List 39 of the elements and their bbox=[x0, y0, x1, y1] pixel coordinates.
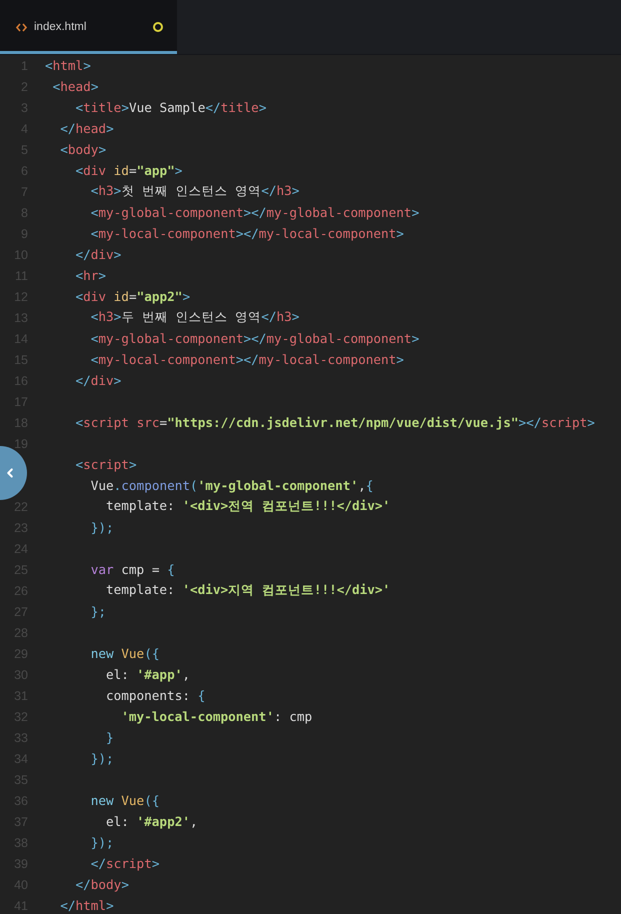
code-line: </html> bbox=[60, 898, 114, 913]
code-line: <my-local-component></my-local-component> bbox=[90, 352, 404, 367]
code-line: <script src="https://cdn.jsdelivr.net/npm/vue/dist/vue.js"></script> bbox=[75, 415, 595, 430]
code-line: new Vue({ bbox=[90, 646, 160, 661]
code-line: <my-local-component></my-local-component> bbox=[90, 226, 404, 241]
code-line: }); bbox=[90, 520, 114, 535]
tab-label: index.html bbox=[34, 21, 88, 33]
code-line: el: '#app', bbox=[106, 667, 190, 682]
code-line: <hr> bbox=[75, 268, 106, 283]
code-line: </script> bbox=[90, 856, 160, 871]
code-line: 'my-local-component': cmp bbox=[121, 709, 312, 724]
editor-tab[interactable]: index.html bbox=[0, 0, 177, 54]
code-line: var cmp = { bbox=[90, 562, 175, 577]
code-line: }; bbox=[90, 604, 106, 619]
code-line: <h3>첫 번째 인스턴스 영역</h3> bbox=[90, 183, 300, 200]
code-line: el: '#app2', bbox=[106, 814, 198, 829]
code-line: <my-global-component></my-global-component> bbox=[90, 331, 420, 346]
code-line: Vue.component('my-global-component',{ bbox=[90, 478, 374, 493]
code-line: new Vue({ bbox=[90, 793, 160, 808]
code-line: <h3>두 번째 인스턴스 영역</h3> bbox=[90, 309, 300, 326]
code-line: <div id="app"> bbox=[75, 163, 182, 178]
code-line: </body> bbox=[75, 877, 129, 892]
code-line: components: { bbox=[106, 688, 206, 703]
code-line: <script> bbox=[75, 457, 137, 472]
code-line: }); bbox=[90, 835, 114, 850]
code-line: <body> bbox=[60, 142, 106, 157]
code-line: <my-global-component></my-global-component> bbox=[90, 205, 420, 220]
code-icon bbox=[16, 22, 27, 32]
code-line: </div> bbox=[75, 373, 122, 388]
code-line: template: '<div>전역 컴포넌트!!!</div>' bbox=[106, 498, 390, 515]
code-line: <title>Vue Sample</title> bbox=[75, 100, 266, 115]
code-line: }); bbox=[90, 751, 114, 766]
code-line: <html> bbox=[45, 58, 91, 73]
code-line: <div id="app2"> bbox=[75, 289, 190, 304]
code-line: } bbox=[106, 730, 114, 745]
code-line: </head> bbox=[60, 121, 114, 136]
code-line: <head> bbox=[52, 79, 98, 94]
code-line: </div> bbox=[75, 247, 122, 262]
code-line: template: '<div>지역 컴포넌트!!!</div>' bbox=[106, 582, 390, 599]
